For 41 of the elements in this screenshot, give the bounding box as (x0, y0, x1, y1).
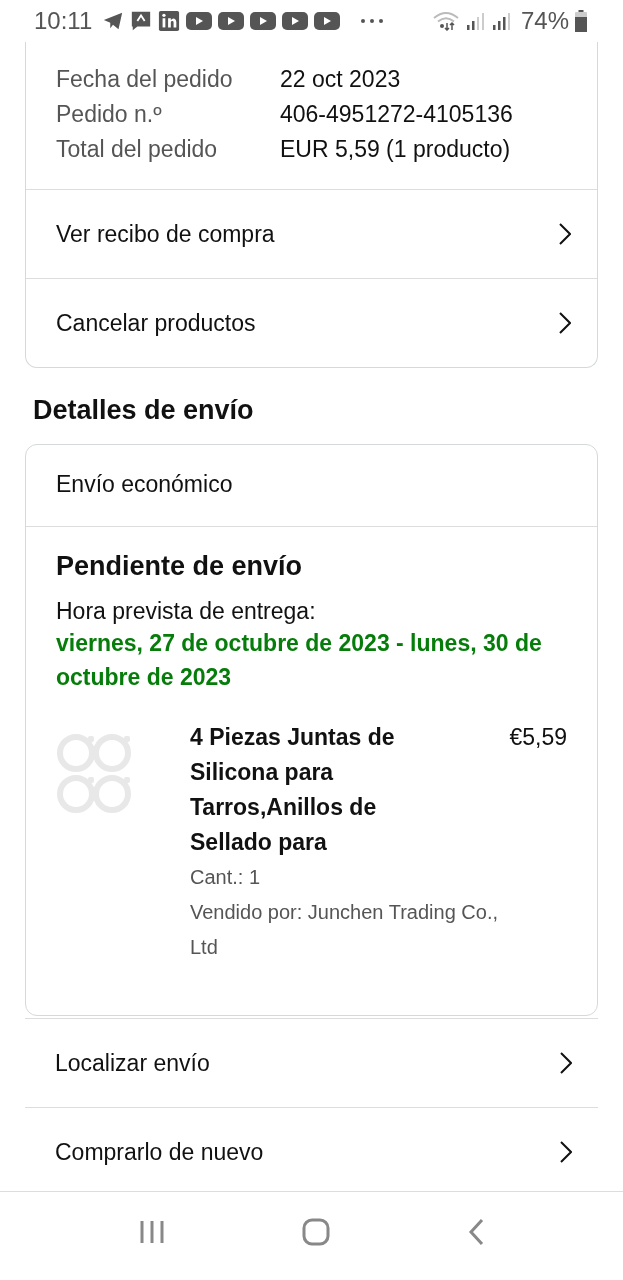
info-label: Fecha del pedido (56, 65, 234, 94)
menu-row[interactable]: Cancelar productos (26, 278, 597, 367)
menu-row[interactable]: Ver recibo de compra (26, 190, 597, 278)
wifi-icon (432, 11, 459, 31)
back-icon[interactable] (468, 1218, 485, 1246)
chevron-right-icon (559, 312, 571, 334)
shipment-status: Pendiente de envío (56, 551, 304, 582)
seller: Vendido por: Junchen Trading Co., Ltd (190, 900, 499, 960)
menu-row[interactable]: Comprarlo de nuevo (25, 1107, 598, 1191)
chevron-right-icon (559, 223, 571, 245)
video-play-icon (186, 11, 213, 31)
chevron-right-icon (560, 1141, 572, 1163)
chevron-right-icon (560, 1052, 572, 1074)
video-play-icon (314, 11, 341, 31)
chat-icon (130, 10, 153, 32)
linkedin-icon (158, 10, 181, 32)
paper-plane-icon (102, 10, 125, 32)
delivery-dates: viernes, 27 de octubre de 2023 - lunes, 30 de octubre de 2023 (56, 629, 543, 692)
home-icon[interactable] (302, 1218, 331, 1246)
recent-apps-icon[interactable] (138, 1220, 165, 1244)
info-value: 22 oct 2023 (280, 65, 402, 94)
section-heading: Detalles de envío (33, 395, 255, 426)
video-play-icon (218, 11, 245, 31)
status-time: 10:11 (34, 7, 93, 35)
video-play-icon (250, 11, 277, 31)
battery-icon (575, 10, 587, 32)
signal-icon (464, 11, 485, 31)
eta-label: Hora prevista de entrega: (56, 597, 317, 626)
info-label: Total del pedido (56, 135, 219, 164)
more-dots-icon (360, 18, 385, 24)
signal-icon (490, 11, 511, 31)
info-value: EUR 5,59 (1 producto) (280, 135, 512, 164)
info-value: 406-4951272-4105136 (280, 100, 514, 129)
product-title[interactable]: 4 Piezas Juntas de Silicona para Tarros,Anillos de Sellado para (190, 720, 420, 860)
battery-percentage: 74% (520, 7, 569, 35)
shipping-method: Envío económico (26, 445, 597, 527)
quantity: Cant.: 1 (190, 865, 262, 890)
video-play-icon (282, 11, 309, 31)
info-label: Pedido n.º (56, 100, 163, 129)
menu-row[interactable]: Localizar envío (25, 1018, 598, 1107)
product-price: €5,59 (509, 723, 567, 751)
